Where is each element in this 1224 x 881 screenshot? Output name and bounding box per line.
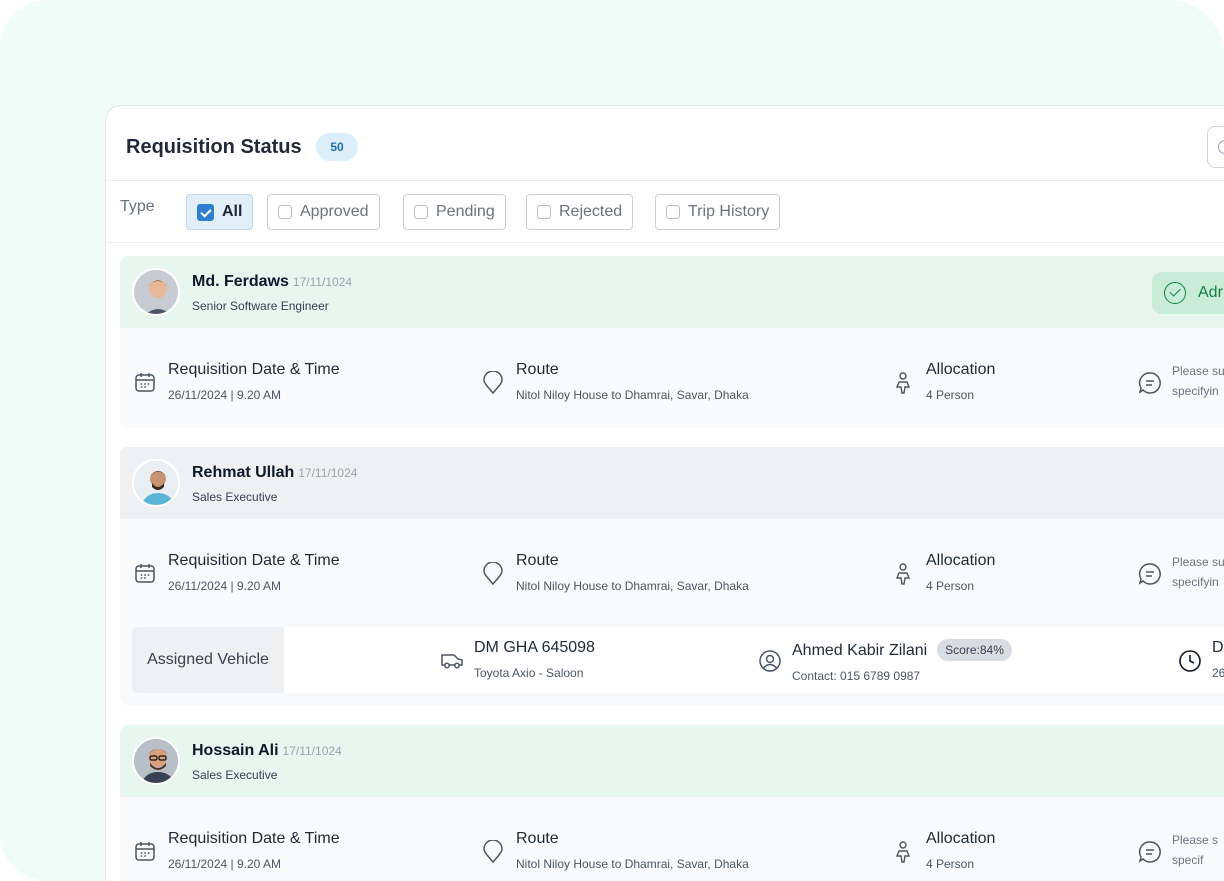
request-date: 17/11/1024 — [282, 744, 342, 758]
requisition-card[interactable]: Hossain Ali 17/11/1024 Sales Executive Re… — [120, 725, 1224, 881]
request-date: 17/11/1024 — [292, 275, 353, 289]
field-value: 26/11/2024 | 9.20 AM — [168, 388, 281, 402]
count-badge: 50 — [316, 133, 358, 161]
type-label: Type — [120, 198, 155, 215]
employee-name: Md. Ferdaws 17/11/1024 — [192, 273, 353, 290]
location-pin-icon — [483, 840, 503, 864]
calendar-icon — [135, 564, 155, 583]
assigned-vehicle-row[interactable]: Assigned Vehicle DM GHA 645098 Toyota Ax… — [132, 627, 1224, 693]
vehicle-plate: DM GHA 645098 — [474, 639, 595, 656]
filter-approved[interactable]: Approved — [267, 194, 380, 230]
filter-rejected[interactable]: Rejected — [526, 194, 634, 230]
search-icon — [1218, 140, 1224, 154]
avatar — [132, 268, 180, 316]
field-value: 26/11/2024 | 9.20 AM — [168, 857, 281, 871]
checkbox-icon — [666, 205, 680, 219]
filter-bar: Type All Approved Pending Rejected Trip … — [106, 181, 1224, 243]
checkbox-icon — [537, 205, 551, 219]
card-header: Rehmat Ullah 17/11/1024 Sales Executive — [120, 447, 1224, 519]
note-text: Please su — [1172, 364, 1224, 378]
note-text: specifyin — [1172, 575, 1219, 589]
field-value: 26 — [1212, 666, 1224, 680]
filter-all[interactable]: All — [186, 194, 254, 230]
calendar-icon — [135, 373, 155, 392]
employee-role: Sales Executive — [192, 490, 278, 504]
field-label: Route — [516, 361, 559, 378]
filter-label: Trip History — [688, 203, 770, 220]
card-details: Requisition Date & Time 26/11/2024 | 9.2… — [120, 797, 1224, 881]
filter-pending[interactable]: Pending — [403, 194, 506, 230]
field-label: Requisition Date & Time — [168, 552, 340, 569]
requisition-panel: Requisition Status 50 Type All Approved … — [105, 105, 1224, 881]
field-label: Requisition Date & Time — [168, 830, 340, 847]
note-text: specifyin — [1172, 384, 1219, 398]
filter-label: Rejected — [559, 203, 623, 220]
field-label: Requisition Date & Time — [168, 361, 340, 378]
user-circle-icon — [759, 650, 781, 672]
field-label: Route — [516, 830, 559, 847]
avatar — [132, 737, 180, 785]
field-label: Allocation — [926, 361, 996, 378]
requisition-card[interactable]: Rehmat Ullah 17/11/1024 Sales Executive R… — [120, 447, 1224, 705]
employee-role: Senior Software Engineer — [192, 299, 329, 313]
checkbox-checked-icon — [197, 203, 214, 221]
requisition-card[interactable]: Md. Ferdaws 17/11/1024 Senior Software En… — [120, 256, 1224, 428]
calendar-icon — [135, 842, 155, 861]
score-badge: Score:84% — [937, 639, 1012, 661]
checkbox-icon — [278, 205, 292, 219]
employee-role: Sales Executive — [192, 768, 278, 782]
clock-icon — [1179, 650, 1201, 672]
field-label: Allocation — [926, 552, 996, 569]
note-text: Please s — [1172, 833, 1219, 847]
chat-icon — [1138, 563, 1161, 585]
field-value: Nitol Niloy House to Dhamrai, Savar, Dha… — [516, 857, 749, 871]
avatar — [132, 459, 180, 507]
filter-label: All — [222, 203, 243, 220]
filter-label: Pending — [436, 203, 495, 220]
card-details: Requisition Date & Time 26/11/2024 | 9.2… — [120, 519, 1224, 619]
person-icon — [895, 563, 911, 585]
field-value: Nitol Niloy House to Dhamrai, Savar, Dha… — [516, 579, 749, 593]
driver-name: Ahmed Kabir Zilani Score:84% — [792, 639, 1012, 661]
chat-icon — [1138, 841, 1161, 863]
field-value: 4 Person — [926, 857, 975, 871]
page-background: Requisition Status 50 Type All Approved … — [0, 0, 1224, 881]
field-value: 4 Person — [926, 579, 975, 593]
request-date: 17/11/1024 — [298, 466, 358, 480]
check-circle-icon — [1164, 282, 1186, 304]
field-value: Nitol Niloy House to Dhamrai, Savar, Dha… — [516, 388, 749, 402]
field-value: 4 Person — [926, 388, 975, 402]
card-header: Hossain Ali 17/11/1024 Sales Executive — [120, 725, 1224, 797]
note-text: specif — [1172, 853, 1204, 867]
card-details: Requisition Date & Time 26/11/2024 | 9.2… — [120, 328, 1224, 428]
employee-name: Hossain Ali 17/11/1024 — [192, 742, 342, 759]
card-header: Md. Ferdaws 17/11/1024 Senior Software En… — [120, 256, 1224, 328]
note-text: Please su — [1172, 555, 1224, 569]
location-pin-icon — [483, 562, 503, 586]
assigned-vehicle-label: Assigned Vehicle — [132, 627, 284, 693]
field-label: D — [1212, 639, 1224, 656]
field-label: Allocation — [926, 830, 996, 847]
car-icon — [441, 654, 463, 669]
page-title: Requisition Status — [126, 136, 302, 158]
person-icon — [895, 841, 911, 863]
driver-contact: Contact: 015 6789 0987 — [792, 669, 921, 683]
location-pin-icon — [483, 371, 503, 395]
checkbox-icon — [414, 205, 428, 219]
field-value: 26/11/2024 | 9.20 AM — [168, 579, 281, 593]
person-icon — [895, 372, 911, 394]
filter-trip-history[interactable]: Trip History — [655, 194, 781, 230]
filter-label: Approved — [300, 203, 369, 220]
panel-header: Requisition Status 50 — [106, 106, 1224, 181]
field-label: Route — [516, 552, 559, 569]
chat-icon — [1138, 372, 1161, 394]
search-input[interactable] — [1207, 126, 1224, 168]
employee-name: Rehmat Ullah 17/11/1024 — [192, 464, 358, 481]
status-badge[interactable]: Adr — [1152, 272, 1224, 314]
vehicle-model: Toyota Axio - Saloon — [474, 666, 584, 680]
